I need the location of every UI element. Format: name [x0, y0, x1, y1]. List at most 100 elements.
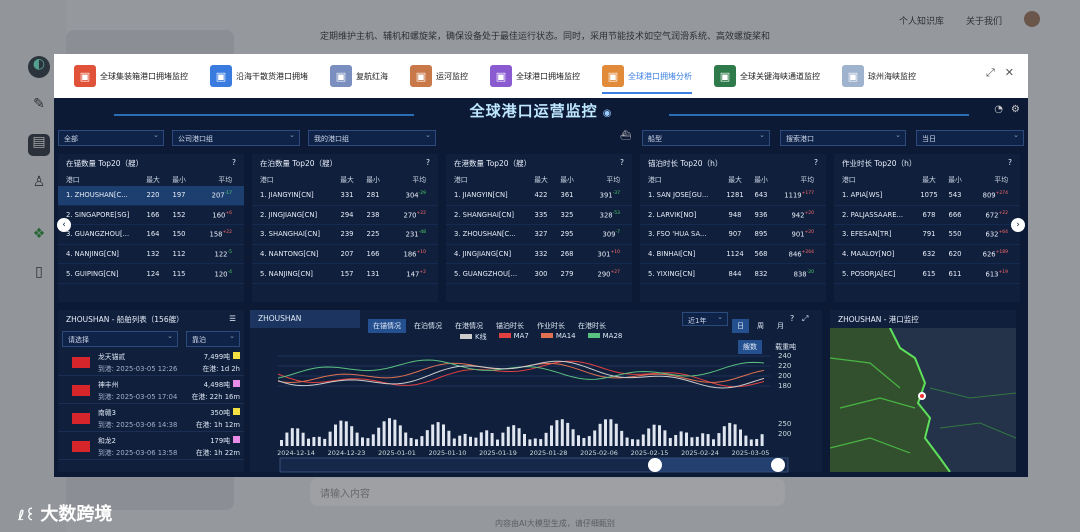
filter-my-ports[interactable]: 我的港口组: [308, 130, 436, 146]
gear-icon[interactable]: ⚙: [1011, 104, 1020, 115]
table-cell: 3. GUANGZHOU[...: [66, 230, 130, 239]
legend-item[interactable]: K线: [460, 332, 487, 342]
table-row[interactable]: 2. SINGAPORE[SG] 166 152 160+6: [58, 206, 244, 226]
help-icon[interactable]: ?: [232, 158, 236, 168]
column-header[interactable]: 平均: [968, 174, 1008, 184]
tab-1[interactable]: ▣ 沿海干散货港口拥堵: [210, 54, 308, 98]
table-row[interactable]: 3. EFESAN[TR] 791 550 632+64: [834, 225, 1020, 245]
column-header[interactable]: 最大: [140, 174, 166, 184]
column-header[interactable]: 港口: [66, 174, 140, 184]
help-icon[interactable]: ?: [814, 158, 818, 168]
tab-2[interactable]: ▣ 复航红海: [330, 54, 388, 98]
table-row[interactable]: 1. JIANGYIN[CN] 331 281 304-29: [252, 186, 438, 206]
column-header[interactable]: 最大: [916, 174, 942, 184]
table-row[interactable]: 3. ZHOUSHAN[C... 327 295 309-7: [446, 225, 632, 245]
table-row[interactable]: 5. NANJING[CN] 157 131 147+2: [252, 264, 438, 284]
table-row[interactable]: 4. JINGJIANG[CN] 332 268 301+10: [446, 245, 632, 265]
trend-tab-3[interactable]: 锚泊时长: [491, 319, 529, 333]
table-row[interactable]: 4. BINHAI[CN] 1124 568 846+264: [640, 245, 826, 265]
table-cell: 942+20: [774, 211, 814, 219]
period-0[interactable]: 日: [732, 319, 749, 333]
column-header[interactable]: 港口: [648, 174, 722, 184]
table-row[interactable]: 5. GUIPING[CN] 124 115 120-4: [58, 264, 244, 284]
close-icon[interactable]: ✕: [1005, 66, 1014, 80]
table-row[interactable]: 4. NANTONG[CN] 207 166 186+10: [252, 245, 438, 265]
tab-0[interactable]: ▣ 全球集装箱港口拥堵监控: [74, 54, 188, 98]
legend-item[interactable]: MA28: [587, 332, 623, 342]
help-icon[interactable]: ?: [620, 158, 624, 168]
filter-date[interactable]: 当日: [916, 130, 1024, 146]
column-header[interactable]: 港口: [260, 174, 334, 184]
column-header[interactable]: 平均: [192, 174, 232, 184]
table-row[interactable]: 3. FSO 'HUA SA... 907 895 901+20: [640, 225, 826, 245]
column-header[interactable]: 平均: [386, 174, 426, 184]
ship-status-select[interactable]: 靠泊: [186, 331, 240, 347]
legend-item[interactable]: MA14: [540, 332, 576, 342]
table-row[interactable]: 5. YIXING[CN] 844 832 838-20: [640, 264, 826, 284]
help-icon[interactable]: ?: [790, 314, 794, 323]
table-row[interactable]: 5. POSORJA[EC] 615 611 613+19: [834, 264, 1020, 284]
column-header[interactable]: 最小: [748, 174, 774, 184]
trend-tab-2[interactable]: 在港情况: [450, 319, 488, 333]
help-icon[interactable]: ?: [426, 158, 430, 168]
table-row[interactable]: 2. JINGJIANG[CN] 294 238 270+22: [252, 206, 438, 226]
table-row[interactable]: 4. MAALOY[NO] 632 620 626+189: [834, 245, 1020, 265]
column-header[interactable]: 最大: [722, 174, 748, 184]
trend-tab-1[interactable]: 在泊情况: [409, 319, 447, 333]
ship-row[interactable]: 和龙2 179吨 到港: 2025-03-06 13:58 在港: 1h 22m: [58, 432, 244, 460]
volume-bar: [690, 437, 694, 446]
legend-label: MA28: [602, 332, 623, 340]
filter-ship-type[interactable]: 船型: [642, 130, 770, 146]
tab-4[interactable]: ▣ 全球港口拥堵监控: [490, 54, 580, 98]
trend-tab-5[interactable]: 在港时长: [573, 319, 611, 333]
table-row[interactable]: 5. GUANGZHOU[... 300 279 290+27: [446, 264, 632, 284]
column-header[interactable]: 最小: [166, 174, 192, 184]
tab-3[interactable]: ▣ 运河监控: [410, 54, 468, 98]
ship-row[interactable]: 神丰州 4,498吨 到港: 2025-03-05 17:04 在港: 22h 16m: [58, 376, 244, 404]
column-header[interactable]: 最小: [360, 174, 386, 184]
legend-item[interactable]: MA7: [498, 332, 529, 342]
table-row[interactable]: 1. SAN JOSE[GU... 1281 643 1119+177: [640, 186, 826, 206]
gauge-icon[interactable]: ◔: [994, 104, 1003, 115]
tab-6[interactable]: ▣ 全球关键海峡通道监控: [714, 54, 820, 98]
column-header[interactable]: 最大: [334, 174, 360, 184]
table-row[interactable]: 2. PALJASSAARE... 678 666 672+22: [834, 206, 1020, 226]
period-1[interactable]: 周: [752, 319, 769, 333]
column-header[interactable]: 港口: [842, 174, 916, 184]
trend-tab-0[interactable]: 在锚情况: [368, 319, 406, 333]
table-row[interactable]: 1. JIANGYIN[CN] 422 361 391-37: [446, 186, 632, 206]
table-row[interactable]: 3. GUANGZHOU[... 164 150 158+22: [58, 225, 244, 245]
table-row[interactable]: 3. SHANGHAI[CN] 239 225 231-48: [252, 225, 438, 245]
ship-row[interactable]: 龙天锚贰 7,499吨 到港: 2025-03-05 12:26 在港: 1d 2h: [58, 348, 244, 376]
column-header[interactable]: 平均: [580, 174, 620, 184]
table-row[interactable]: 1. APIA[WS] 1075 543 809+274: [834, 186, 1020, 206]
ship-badge-icon: [233, 380, 240, 387]
tab-7[interactable]: ▣ 琼州海峡监控: [842, 54, 916, 98]
table-row[interactable]: 1. ZHOUSHAN[C... 220 197 207-17: [58, 186, 244, 206]
prev-arrow-icon[interactable]: ‹: [57, 218, 71, 232]
filter-company-ports[interactable]: 公司港口组: [172, 130, 300, 146]
filter-all[interactable]: 全部: [58, 130, 164, 146]
ship-row[interactable]: 南赣3 350吨 到港: 2025-03-06 14:38 在港: 1h 12m: [58, 404, 244, 432]
list-icon[interactable]: ☰: [229, 314, 236, 324]
trend-tab-4[interactable]: 作业时长: [532, 319, 570, 333]
search-port[interactable]: 搜索港口: [780, 130, 906, 146]
next-arrow-icon[interactable]: ›: [1011, 218, 1025, 232]
column-header[interactable]: 最小: [554, 174, 580, 184]
help-icon[interactable]: ?: [1008, 158, 1012, 168]
range-select[interactable]: 近1年: [682, 312, 728, 326]
volume-bar: [620, 430, 624, 446]
table-row[interactable]: 4. NANJING[CN] 132 112 122-5: [58, 245, 244, 265]
table-row[interactable]: 2. LARVIK[NO] 948 936 942+20: [640, 206, 826, 226]
tab-5[interactable]: ▣ 全球港口拥堵分析: [602, 54, 692, 98]
expand-icon[interactable]: ⤢: [986, 66, 995, 80]
ship-filter-select[interactable]: 请选择: [62, 331, 178, 347]
port-map[interactable]: [830, 327, 1016, 472]
table-row[interactable]: 2. SHANGHAI[CN] 335 325 328-53: [446, 206, 632, 226]
fullscreen-icon[interactable]: ⤢: [802, 314, 808, 324]
column-header[interactable]: 平均: [774, 174, 814, 184]
period-2[interactable]: 月: [772, 319, 789, 333]
column-header[interactable]: 最大: [528, 174, 554, 184]
column-header[interactable]: 港口: [454, 174, 528, 184]
column-header[interactable]: 最小: [942, 174, 968, 184]
